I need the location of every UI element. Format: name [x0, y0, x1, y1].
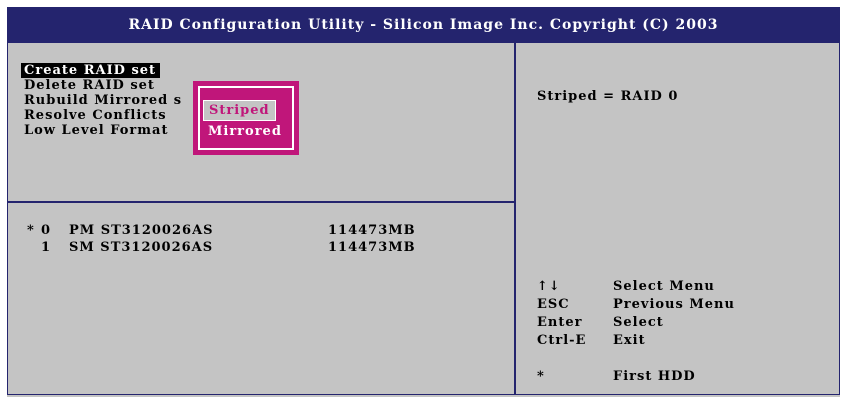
disk-list: * 0 PM ST3120026AS 114473MB 1 SM ST31200… — [27, 222, 447, 256]
option-striped[interactable]: Striped — [203, 100, 276, 121]
disk-row[interactable]: * 0 PM ST3120026AS 114473MB — [27, 222, 447, 239]
disk-size: 114473MB — [328, 223, 416, 238]
key-name: * — [537, 369, 545, 384]
key-row: ESC Previous Menu — [537, 296, 797, 314]
key-action: Exit — [613, 333, 646, 348]
menu-item-delete-raid-set[interactable]: Delete RAID set — [24, 78, 182, 93]
disk-size: 114473MB — [328, 240, 416, 255]
key-legend: ↑↓ Select Menu ESC Previous Menu Enter S… — [537, 278, 797, 386]
raid-type-popup: Striped Mirrored — [193, 81, 299, 155]
first-hdd-marker: * — [27, 223, 35, 238]
option-mirrored[interactable]: Mirrored — [203, 122, 287, 141]
disk-model: SM ST3120026AS — [69, 240, 214, 255]
main-menu: Create RAID set Delete RAID set Rubuild … — [21, 63, 182, 138]
bios-screen: RAID Configuration Utility - Silicon Ima… — [7, 7, 840, 397]
menu-item-label: Resolve Conflicts — [24, 108, 167, 123]
key-action: Select Menu — [613, 279, 715, 294]
menu-item-label: Delete RAID set — [24, 78, 155, 93]
arrow-keys-icon: ↑↓ — [537, 279, 561, 294]
disk-index: 1 — [41, 240, 52, 255]
window-title: RAID Configuration Utility - Silicon Ima… — [128, 17, 719, 33]
key-action: First HDD — [613, 369, 696, 384]
key-row: * First HDD — [537, 368, 797, 386]
key-row: Enter Select — [537, 314, 797, 332]
key-name: Ctrl-E — [537, 333, 587, 348]
key-action: Select — [613, 315, 664, 330]
disk-index: 0 — [41, 223, 52, 238]
menu-item-resolve-conflicts[interactable]: Resolve Conflicts — [24, 108, 182, 123]
menu-item-label: Low Level Format — [24, 123, 169, 138]
menu-item-low-level-format[interactable]: Low Level Format — [24, 123, 182, 138]
horizontal-divider — [7, 201, 514, 203]
key-name: Enter — [537, 315, 583, 330]
title-bar: RAID Configuration Utility - Silicon Ima… — [7, 7, 840, 43]
key-row: Ctrl-E Exit — [537, 332, 797, 350]
key-row: ↑↓ Select Menu — [537, 278, 797, 296]
disk-row[interactable]: 1 SM ST3120026AS 114473MB — [27, 239, 447, 256]
menu-item-label: Create RAID set — [21, 63, 161, 78]
key-action: Previous Menu — [613, 297, 735, 312]
menu-item-create-raid-set[interactable]: Create RAID set — [21, 63, 182, 78]
key-name: ESC — [537, 297, 570, 312]
help-description: Striped = RAID 0 — [537, 89, 679, 104]
vertical-divider — [514, 43, 516, 395]
menu-item-rebuild-mirrored-set[interactable]: Rubuild Mirrored s — [24, 93, 182, 108]
disk-model: PM ST3120026AS — [69, 223, 214, 238]
menu-item-label: Rubuild Mirrored s — [24, 93, 183, 108]
